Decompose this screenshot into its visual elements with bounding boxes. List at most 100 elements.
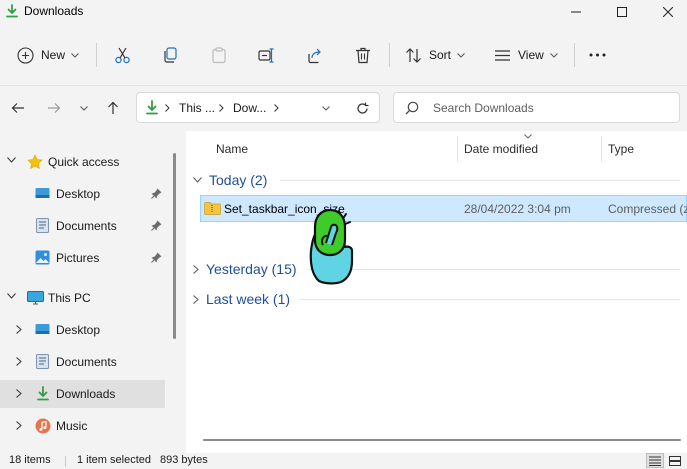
address-bar[interactable]: This ... Dow... xyxy=(136,92,380,123)
share-icon xyxy=(308,48,321,63)
zip-folder-icon xyxy=(204,202,221,215)
up-button[interactable] xyxy=(101,96,125,120)
file-row-selected[interactable]: Set_taskbar_icon_size 28/04/2022 3:04 pm… xyxy=(200,195,687,222)
group-last-week[interactable]: Last week (1) xyxy=(193,291,290,307)
chevron-down-icon xyxy=(71,52,79,58)
recent-icon xyxy=(80,105,88,111)
breadcrumb-this-pc[interactable]: This ... xyxy=(179,101,215,115)
details-view-icon xyxy=(649,456,661,466)
documents-icon xyxy=(36,218,49,233)
back-icon xyxy=(11,103,24,113)
new-button[interactable]: New xyxy=(17,41,79,69)
downloads-icon xyxy=(5,4,19,18)
maximize-button[interactable] xyxy=(599,0,645,24)
more-button[interactable] xyxy=(589,41,606,69)
pictures-icon xyxy=(35,250,50,265)
downloads-icon xyxy=(37,386,49,401)
pin-icon xyxy=(151,220,162,231)
refresh-icon xyxy=(356,102,368,114)
command-bar: New Sort View xyxy=(0,24,687,86)
sort-label: Sort xyxy=(429,48,452,62)
chevron-right-icon xyxy=(16,357,22,366)
nav-label: Documents xyxy=(56,355,117,369)
rename-icon xyxy=(258,47,274,63)
paste-button[interactable] xyxy=(211,41,227,69)
maximize-icon xyxy=(617,7,627,17)
copy-icon xyxy=(164,46,177,63)
paste-icon xyxy=(212,46,226,63)
nav-pc-desktop[interactable]: Desktop xyxy=(0,316,165,344)
search-placeholder: Search Downloads xyxy=(433,101,534,115)
nav-this-pc[interactable]: This PC xyxy=(0,284,165,312)
chevron-right-icon xyxy=(274,104,279,112)
separator xyxy=(65,456,66,467)
music-icon xyxy=(35,418,51,434)
forward-button[interactable] xyxy=(42,96,66,120)
nav-scrollbar[interactable] xyxy=(173,153,176,339)
chevron-right-icon xyxy=(193,264,199,274)
new-label: New xyxy=(41,48,66,62)
nav-quick-access[interactable]: Quick access xyxy=(0,148,165,176)
downloads-icon xyxy=(145,100,159,115)
view-icon xyxy=(495,49,510,61)
new-icon xyxy=(17,46,34,64)
nav-label: Desktop xyxy=(56,187,101,201)
tiles-view-button[interactable] xyxy=(666,453,684,468)
cut-icon xyxy=(115,47,130,63)
sort-indicator-icon xyxy=(524,134,532,139)
nav-qa-desktop[interactable]: Desktop xyxy=(0,180,165,208)
back-button[interactable] xyxy=(6,96,30,120)
delete-button[interactable] xyxy=(355,41,371,69)
column-divider[interactable] xyxy=(601,136,602,162)
view-button[interactable]: View xyxy=(494,41,558,69)
minimize-button[interactable] xyxy=(553,0,599,24)
separator xyxy=(574,43,575,67)
nav-qa-documents[interactable]: Documents xyxy=(0,212,165,240)
chevron-down-icon xyxy=(7,293,16,299)
copy-button[interactable] xyxy=(163,41,179,69)
horizontal-scrollbar[interactable] xyxy=(203,439,681,441)
group-yesterday[interactable]: Yesterday (15) xyxy=(193,261,297,277)
nav-pc-downloads[interactable]: Downloads xyxy=(0,380,165,408)
close-icon xyxy=(663,7,673,17)
recent-locations-button[interactable] xyxy=(72,96,96,120)
sort-button[interactable]: Sort xyxy=(405,41,465,69)
column-type[interactable]: Type xyxy=(608,142,634,156)
cut-button[interactable] xyxy=(114,41,131,69)
separator xyxy=(96,43,97,67)
chevron-right-icon xyxy=(193,294,199,304)
group-label: Today (2) xyxy=(209,172,268,188)
column-date-modified[interactable]: Date modified xyxy=(464,142,538,156)
details-view-button[interactable] xyxy=(646,453,664,468)
delete-icon xyxy=(356,47,370,63)
desktop-icon xyxy=(35,324,50,334)
more-icon xyxy=(589,53,606,57)
chevron-down-icon xyxy=(322,105,330,111)
refresh-button[interactable] xyxy=(350,96,374,120)
sort-icon xyxy=(406,47,421,63)
status-size: 893 bytes xyxy=(160,454,208,466)
search-box[interactable]: Search Downloads xyxy=(393,92,680,123)
nav-qa-pictures[interactable]: Pictures xyxy=(0,244,165,272)
search-icon xyxy=(405,101,419,115)
breadcrumb-downloads[interactable]: Dow... xyxy=(233,101,266,115)
forward-icon xyxy=(48,103,61,113)
nav-label: Desktop xyxy=(56,323,101,337)
nav-label: Quick access xyxy=(48,155,120,169)
column-name[interactable]: Name xyxy=(216,142,248,156)
group-today[interactable]: Today (2) xyxy=(193,172,267,188)
column-divider[interactable] xyxy=(457,136,458,162)
nav-pc-documents[interactable]: Documents xyxy=(0,348,165,376)
chevron-right-icon xyxy=(165,104,170,112)
address-dropdown-button[interactable] xyxy=(314,96,338,120)
tiles-view-icon xyxy=(669,455,681,466)
close-button[interactable] xyxy=(645,0,687,24)
rename-button[interactable] xyxy=(258,41,275,69)
nav-label: This PC xyxy=(48,291,91,305)
nav-pc-music[interactable]: Music xyxy=(0,412,165,440)
chevron-down-icon xyxy=(457,52,465,58)
chevron-right-icon xyxy=(219,104,224,112)
title-bar: Downloads xyxy=(0,0,687,24)
share-button[interactable] xyxy=(306,41,323,69)
window-title: Downloads xyxy=(24,4,84,18)
